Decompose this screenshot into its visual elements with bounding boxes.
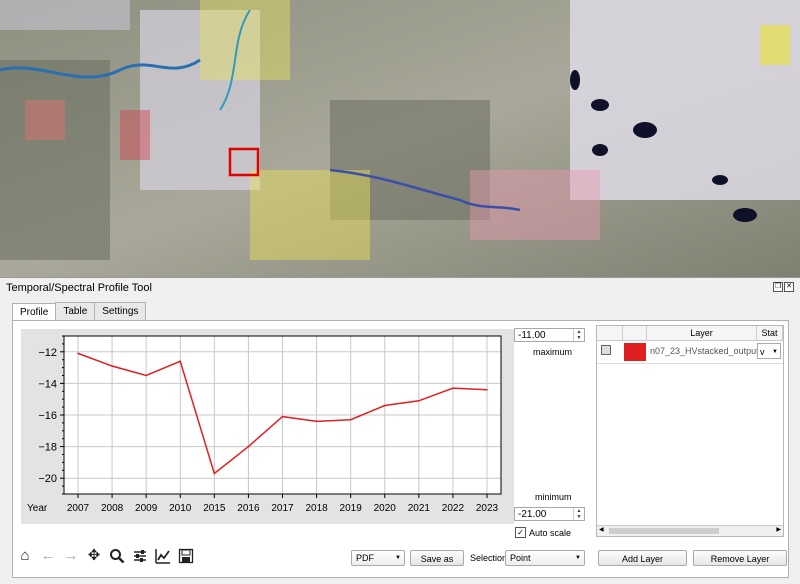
layer-table-header: Layer Stat — [597, 326, 783, 341]
forward-icon[interactable]: → — [63, 548, 79, 564]
selection-value: Point — [510, 553, 531, 563]
layer-name: n07_23_HVstacked_output — [650, 346, 759, 356]
autoscale-label: Auto scale — [529, 527, 572, 538]
tab-table[interactable]: Table — [55, 302, 96, 321]
data-point — [349, 418, 352, 421]
layer-visibility-checkbox[interactable] — [601, 345, 611, 355]
map-canvas[interactable] — [0, 0, 800, 278]
save-as-button[interactable]: Save as — [410, 550, 464, 566]
data-point — [418, 399, 420, 402]
selection-label: Selection — [470, 553, 508, 563]
minimum-spinbox[interactable]: -21.00 ▲ ▼ — [514, 507, 585, 521]
satellite-image — [0, 0, 800, 277]
layer-color-swatch[interactable] — [624, 343, 646, 361]
autoscale-checkbox[interactable]: ✓ Auto scale — [515, 527, 571, 538]
selection-combo[interactable]: Point ▼ — [505, 550, 585, 566]
data-point — [315, 420, 318, 423]
zoom-icon[interactable] — [109, 548, 125, 564]
data-point — [281, 415, 284, 418]
plot-toolbar: ⌂ ← → ✥ — [17, 548, 194, 564]
data-point — [383, 404, 386, 407]
scroll-thumb[interactable] — [609, 528, 719, 534]
header-stat: Stat — [757, 326, 783, 340]
data-point — [145, 374, 147, 377]
maximum-label: maximum — [533, 347, 573, 357]
maximum-spinbox[interactable]: -11.00 ▲ ▼ — [514, 328, 585, 342]
check-icon: ✓ — [515, 527, 526, 538]
configure-icon[interactable] — [132, 548, 148, 564]
x-tick-label: 2022 — [442, 503, 465, 514]
y-tick-label: −12 — [38, 347, 57, 359]
data-point — [486, 388, 488, 391]
profile-frame: 2007 2008 2009 2010 2015 2016 2017 2018 2019 2020… — [12, 320, 789, 578]
x-tick-label: 2021 — [408, 503, 431, 514]
y-tick-label: −14 — [38, 378, 57, 390]
line-edit-icon[interactable] — [155, 548, 171, 564]
x-tick-label: 2007 — [67, 503, 90, 514]
x-tick-label: 2023 — [476, 503, 499, 514]
x-tick-label: 2017 — [271, 503, 294, 514]
close-icon[interactable]: ✕ — [784, 282, 794, 292]
y-tick-label: −18 — [38, 442, 57, 454]
y-tick-label: −16 — [38, 410, 57, 422]
panel-title: Temporal/Spectral Profile Tool — [6, 282, 152, 294]
x-tick-label: 2009 — [135, 503, 158, 514]
stat-combo[interactable]: v ▼ — [757, 343, 781, 359]
x-tick-label: 2015 — [203, 503, 226, 514]
data-point — [179, 360, 182, 363]
header-layer: Layer — [647, 326, 757, 340]
chevron-down-icon: ▼ — [772, 349, 778, 355]
format-combo[interactable]: PDF ▼ — [351, 550, 405, 566]
y-tick-label: −20 — [38, 473, 57, 485]
remove-layer-button[interactable]: Remove Layer — [693, 550, 787, 566]
x-tick-label: 2019 — [340, 503, 363, 514]
float-icon[interactable]: ❐ — [773, 282, 783, 292]
x-tick-label: 2018 — [305, 503, 328, 514]
profile-chart[interactable]: 2007 2008 2009 2010 2015 2016 2017 2018 2019 2020… — [21, 329, 514, 524]
chevron-down-icon: ▼ — [395, 555, 401, 561]
x-tick-label: 2016 — [237, 503, 260, 514]
layer-row[interactable]: n07_23_HVstacked_output v ▼ — [597, 341, 783, 364]
minimum-value: -21.00 — [518, 509, 547, 520]
tab-settings[interactable]: Settings — [94, 302, 147, 321]
scroll-right-icon[interactable]: ▶ — [776, 526, 781, 533]
chevron-down-icon: ▼ — [575, 555, 581, 561]
pan-icon[interactable]: ✥ — [86, 548, 102, 564]
data-point — [213, 472, 216, 475]
stat-value: v — [760, 347, 765, 357]
minimum-label: minimum — [535, 492, 572, 502]
format-value: PDF — [356, 553, 374, 563]
scroll-left-icon[interactable]: ◀ — [599, 526, 604, 533]
maximum-value: -11.00 — [518, 330, 546, 341]
x-tick-label: 2010 — [169, 503, 192, 514]
data-point — [452, 387, 454, 389]
x-tick-label: 2008 — [101, 503, 124, 514]
x-tick-label: 2020 — [374, 503, 397, 514]
data-point — [77, 352, 79, 355]
data-point — [247, 445, 250, 448]
layer-table: Layer Stat n07_23_HVstacked_output v ▼ ◀… — [596, 325, 784, 537]
back-icon[interactable]: ← — [40, 548, 56, 564]
save-icon[interactable] — [178, 548, 194, 564]
add-layer-button[interactable]: Add Layer — [598, 550, 687, 566]
home-icon[interactable]: ⌂ — [17, 548, 33, 564]
profile-tool-panel: Temporal/Spectral Profile Tool ❐ ✕ Profi… — [0, 278, 800, 584]
x-axis-label: Year — [27, 503, 48, 514]
data-point — [111, 365, 113, 367]
horizontal-scrollbar[interactable]: ◀ ▶ — [597, 525, 783, 536]
